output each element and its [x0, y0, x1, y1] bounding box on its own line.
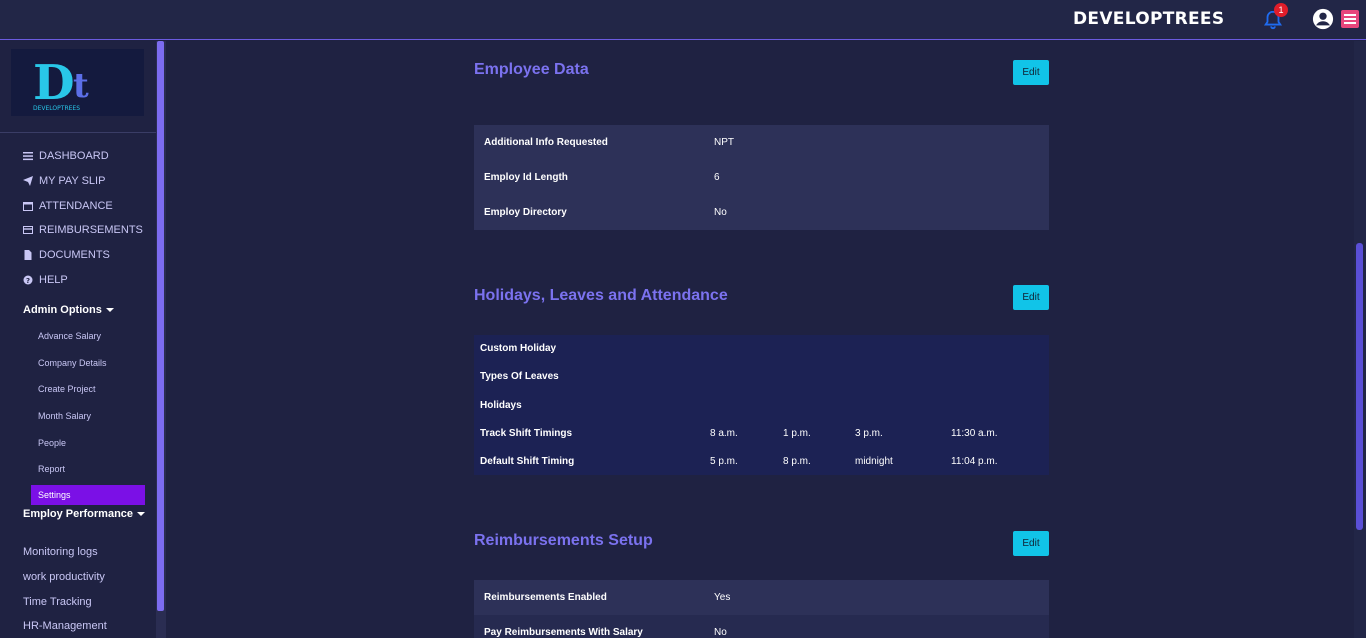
sidebar-item-create-project[interactable]: Create Project: [38, 384, 96, 394]
sidebar-item-advance-salary[interactable]: Advance Salary: [38, 331, 101, 341]
sidebar-item-attendance[interactable]: ATTENDANCE: [23, 200, 113, 212]
row-value: 6: [714, 172, 720, 183]
calendar-icon: [23, 202, 33, 211]
row-key: Custom Holiday: [480, 343, 557, 354]
row-value: No: [714, 627, 727, 638]
table-row: Employ Directory No: [474, 195, 1049, 230]
caret-down-icon: [105, 308, 114, 313]
bars-icon: [23, 152, 33, 161]
sidebar-item-monitoring-logs[interactable]: Monitoring logs: [23, 546, 98, 558]
sidebar-item-dashboard[interactable]: DASHBOARD: [23, 150, 109, 162]
row-value: NPT: [714, 137, 734, 148]
sidebar-item-month-salary[interactable]: Month Salary: [38, 411, 91, 421]
reimbursements-table: Reimbursements Enabled Yes Pay Reimburse…: [474, 580, 1049, 638]
top-bar: DEVELOPTREES 1: [0, 0, 1366, 40]
svg-text:?: ?: [26, 277, 30, 285]
company-logo[interactable]: D t DEVELOPTREES: [11, 49, 144, 116]
sidebar-item-report[interactable]: Report: [38, 464, 65, 474]
notification-badge: 1: [1274, 3, 1288, 17]
sidebar-item-people[interactable]: People: [38, 438, 66, 448]
caret-down-icon: [137, 512, 146, 517]
section-title-holidays: Holidays, Leaves and Attendance: [474, 287, 728, 304]
sidebar-item-work-productivity[interactable]: work productivity: [23, 571, 105, 583]
sidebar-item-label: DOCUMENTS: [39, 249, 110, 261]
table-row: Pay Reimbursements With Salary No: [474, 615, 1049, 638]
sidebar-item-reimbursements[interactable]: REIMBURSEMENTS: [23, 224, 143, 236]
shift-cell: 1 p.m.: [783, 428, 811, 439]
menu-icon[interactable]: [1341, 10, 1359, 28]
sidebar-item-hr-management[interactable]: HR-Management: [23, 620, 107, 632]
credit-card-icon: [23, 226, 33, 234]
sidebar-item-label: Settings: [38, 490, 71, 500]
edit-employee-data-button[interactable]: Edit: [1013, 60, 1049, 85]
shift-cell: 8 a.m.: [710, 428, 738, 439]
svg-text:t: t: [73, 66, 89, 106]
sidebar-item-label: DASHBOARD: [39, 150, 109, 162]
employ-performance-toggle[interactable]: Employ Performance: [23, 508, 146, 520]
section-title-employee-data: Employee Data: [474, 61, 589, 78]
table-row: Reimbursements Enabled Yes: [474, 580, 1049, 615]
shift-cell: 11:30 a.m.: [951, 428, 998, 439]
shift-cell: 5 p.m.: [710, 456, 738, 467]
sidebar-item-company-details[interactable]: Company Details: [38, 358, 107, 368]
shift-cell: 8 p.m.: [783, 456, 811, 467]
row-key: Employ Directory: [484, 207, 567, 218]
sidebar-item-settings[interactable]: Settings: [31, 485, 145, 505]
main-scrollbar-thumb[interactable]: [1356, 243, 1363, 530]
table-row: Additional Info Requested NPT: [474, 125, 1049, 160]
divider: [0, 132, 156, 133]
sidebar: D t DEVELOPTREES DASHBOARD MY PAY SLIP A…: [0, 41, 156, 638]
svg-text:D: D: [33, 55, 75, 111]
row-key: Holidays: [480, 400, 522, 411]
admin-options-label: Admin Options: [23, 304, 102, 316]
row-key: Pay Reimbursements With Salary: [484, 627, 643, 638]
table-row: Employ Id Length 6: [474, 160, 1049, 195]
brand-title: DEVELOPTREES: [1073, 9, 1225, 29]
shift-cell: 3 p.m.: [855, 428, 883, 439]
row-key: Track Shift Timings: [480, 428, 573, 439]
admin-options-toggle[interactable]: Admin Options: [23, 304, 114, 316]
row-value: Yes: [714, 592, 731, 603]
employ-performance-label: Employ Performance: [23, 508, 134, 520]
sidebar-item-pay-slip[interactable]: MY PAY SLIP: [23, 175, 105, 187]
row-key: Default Shift Timing: [480, 456, 575, 467]
svg-text:DEVELOPTREES: DEVELOPTREES: [33, 105, 80, 112]
section-title-reimbursements: Reimbursements Setup: [474, 532, 653, 549]
sidebar-item-help[interactable]: ? HELP: [23, 274, 68, 286]
edit-holidays-button[interactable]: Edit: [1013, 285, 1049, 310]
row-key: Reimbursements Enabled: [484, 592, 607, 603]
sidebar-scrollbar-thumb[interactable]: [157, 41, 164, 611]
employee-data-table: Additional Info Requested NPT Employ Id …: [474, 125, 1049, 230]
sidebar-item-label: MY PAY SLIP: [39, 175, 106, 187]
sidebar-item-label: HELP: [39, 274, 68, 286]
holidays-table: Custom Holiday Types Of Leaves Holidays …: [474, 335, 1049, 475]
row-key: Additional Info Requested: [484, 137, 608, 148]
user-icon[interactable]: [1312, 8, 1334, 30]
file-icon: [24, 250, 32, 260]
sidebar-item-time-tracking[interactable]: Time Tracking: [23, 596, 92, 608]
question-icon: ?: [23, 275, 33, 285]
sidebar-item-label: REIMBURSEMENTS: [39, 224, 143, 236]
sidebar-item-documents[interactable]: DOCUMENTS: [23, 249, 110, 261]
edit-reimbursements-button[interactable]: Edit: [1013, 531, 1049, 556]
shift-cell: midnight: [855, 456, 893, 467]
sidebar-item-label: ATTENDANCE: [39, 200, 113, 212]
row-value: No: [714, 207, 727, 218]
row-key: Employ Id Length: [484, 172, 568, 183]
shift-cell: 11:04 p.m.: [951, 456, 998, 467]
row-key: Types Of Leaves: [480, 371, 559, 382]
paper-plane-icon: [23, 176, 33, 186]
